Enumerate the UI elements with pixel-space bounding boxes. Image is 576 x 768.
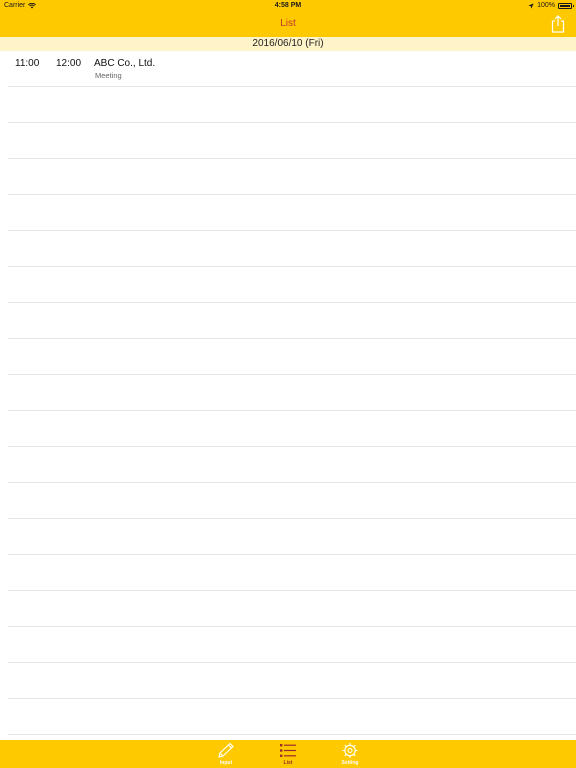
end-time: 12:00: [56, 58, 82, 69]
table-row[interactable]: [0, 159, 576, 195]
battery-percent: 100%: [537, 2, 555, 9]
tab-input[interactable]: Input: [206, 740, 246, 768]
tab-list[interactable]: List: [268, 740, 308, 768]
tab-setting[interactable]: Setting: [330, 740, 370, 768]
event-subtitle: Meeting: [95, 71, 122, 80]
table-row[interactable]: [0, 339, 576, 375]
battery-icon: [558, 2, 574, 9]
table-row[interactable]: [0, 195, 576, 231]
pencil-icon: [218, 742, 234, 758]
status-time: 4:58 PM: [274, 2, 302, 9]
table-row[interactable]: [0, 123, 576, 159]
list-icon: [280, 744, 296, 757]
start-time: 11:00: [15, 58, 40, 69]
tab-input-label: Input: [219, 760, 233, 766]
table-row[interactable]: [0, 591, 576, 627]
event-title: ABC Co., Ltd.: [94, 58, 156, 69]
location-arrow-icon: [528, 2, 534, 9]
table-row[interactable]: [0, 411, 576, 447]
table-row[interactable]: [0, 303, 576, 339]
table-row[interactable]: 11:00 12:00 ABC Co., Ltd. Meeting: [0, 51, 576, 87]
table-row[interactable]: [0, 627, 576, 663]
tab-bar: Input List Setting: [0, 740, 576, 768]
table-row[interactable]: [0, 267, 576, 303]
table-row[interactable]: [0, 231, 576, 267]
status-right: 100%: [528, 2, 574, 9]
gear-icon: [342, 743, 358, 758]
table-row[interactable]: [0, 519, 576, 555]
navigation-bar: List: [0, 12, 576, 37]
table-row[interactable]: [0, 555, 576, 591]
table-row[interactable]: [0, 483, 576, 519]
tab-setting-label: Setting: [341, 760, 359, 766]
status-bar: Carrier 4:58 PM 100%: [0, 0, 576, 12]
share-button[interactable]: [550, 15, 566, 33]
table-row[interactable]: [0, 663, 576, 699]
tab-list-label: List: [283, 760, 293, 766]
table-row[interactable]: [0, 87, 576, 123]
page-title: List: [280, 18, 296, 29]
date-section-header: 2016/06/10 (Fri): [0, 37, 576, 51]
table-row[interactable]: [0, 447, 576, 483]
table-row[interactable]: [0, 375, 576, 411]
share-icon: [551, 15, 565, 33]
table-row[interactable]: [0, 699, 576, 735]
